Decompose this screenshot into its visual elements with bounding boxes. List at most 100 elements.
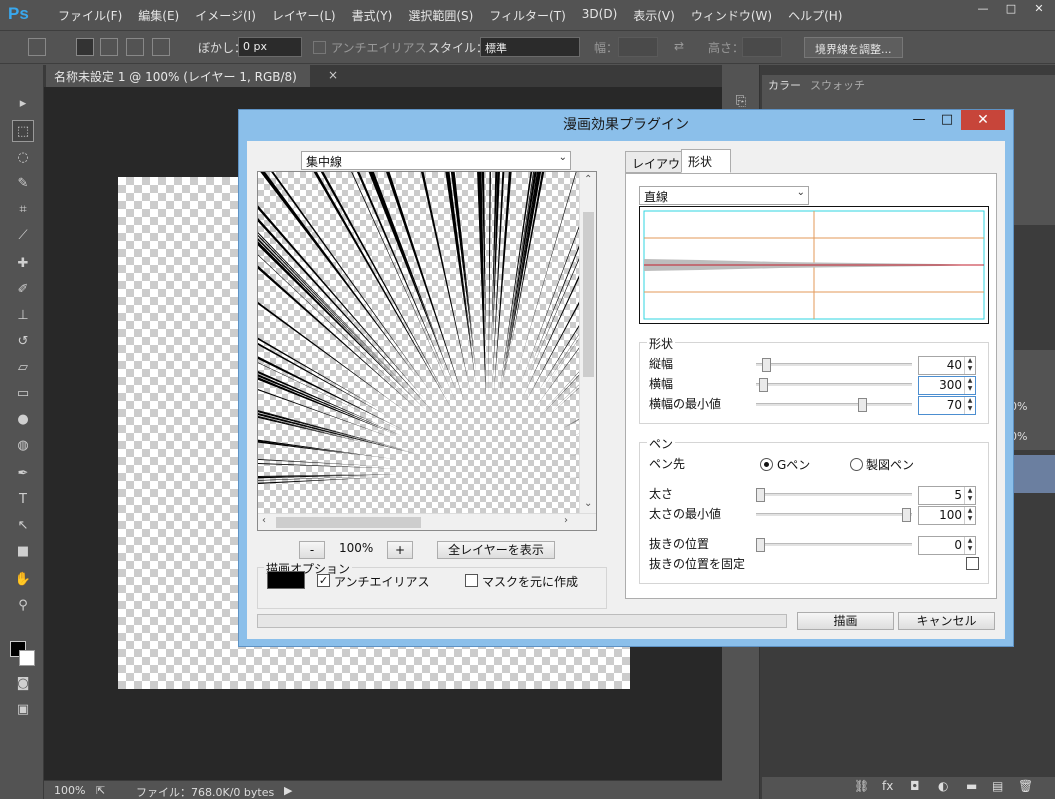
mask-icon[interactable]: ◘ (910, 779, 920, 793)
cancel-button[interactable]: キャンセル (898, 612, 995, 630)
screen-mode-icon[interactable]: ▣ (12, 699, 34, 721)
thickness-spin[interactable]: 5 ▲ ▼ (918, 486, 976, 505)
min-thickness-slider-thumb[interactable] (902, 508, 911, 522)
path-select-tool-icon[interactable]: ↖ (12, 515, 34, 537)
spin-arrows-icon[interactable]: ▲ ▼ (964, 507, 975, 524)
g-pen-radio[interactable] (760, 458, 773, 471)
swap-icon[interactable]: ⇄ (674, 39, 684, 53)
effect-select[interactable]: 集中線 ⌄ (301, 151, 571, 170)
zoom-in-button[interactable]: + (387, 541, 413, 559)
drafting-pen-radio[interactable] (850, 458, 863, 471)
spin-arrows-icon[interactable]: ▲ ▼ (964, 537, 975, 554)
link-icon[interactable]: ⛓ (854, 779, 869, 793)
vertical-scroll-thumb[interactable] (583, 212, 594, 377)
close-tab-icon[interactable]: × (328, 68, 338, 82)
style-select[interactable]: 標準 (480, 37, 580, 57)
shape-select[interactable]: 直線 ⌄ (639, 186, 809, 205)
share-icon[interactable]: ⇱ (96, 784, 105, 797)
eraser-tool-icon[interactable]: ▱ (12, 357, 34, 379)
menu-filter[interactable]: フィルター(T) (481, 7, 573, 24)
spin-arrows-icon[interactable]: ▲ ▼ (964, 377, 975, 394)
add-selection-icon[interactable] (100, 38, 118, 56)
draw-button[interactable]: 描画 (797, 612, 894, 630)
spin-arrows-icon[interactable]: ▲ ▼ (964, 357, 975, 374)
marquee-tool-icon[interactable]: ⬚ (12, 120, 34, 142)
antialias-checkbox[interactable]: ✓ (317, 574, 330, 587)
background-color-swatch[interactable] (19, 650, 35, 666)
vertical-scrollbar[interactable]: ⌃ ⌄ (579, 172, 596, 514)
preview-pane[interactable]: ⌃ ⌄ ‹ › (257, 171, 597, 531)
height-slider[interactable] (756, 358, 912, 372)
history-brush-tool-icon[interactable]: ↺ (12, 331, 34, 353)
refine-edge-button[interactable]: 境界線を調整... (804, 37, 903, 58)
zoom-tool-icon[interactable]: ⚲ (12, 595, 34, 617)
close-button[interactable]: ✕ (1027, 2, 1051, 18)
menu-help[interactable]: ヘルプ(H) (780, 7, 850, 24)
blur-tool-icon[interactable]: ● (12, 409, 34, 431)
marquee-tool-icon[interactable] (28, 38, 46, 56)
subtract-selection-icon[interactable] (126, 38, 144, 56)
move-tool-icon[interactable]: ▸ (12, 93, 34, 115)
scroll-left-icon[interactable]: ‹ (262, 515, 266, 526)
min-thickness-spin[interactable]: 100 ▲ ▼ (918, 506, 976, 525)
menu-type[interactable]: 書式(Y) (344, 7, 401, 24)
min-width-slider[interactable] (756, 398, 912, 412)
width-input[interactable] (618, 37, 658, 57)
status-menu-arrow-icon[interactable]: ▶ (284, 784, 292, 797)
quick-select-tool-icon[interactable]: ✎ (12, 173, 34, 195)
spin-arrows-icon[interactable]: ▲ ▼ (964, 397, 975, 414)
hand-tool-icon[interactable]: ✋ (12, 569, 34, 591)
feather-input[interactable]: 0 px (238, 37, 302, 57)
pen-tool-icon[interactable]: ✒ (12, 463, 34, 485)
scroll-up-icon[interactable]: ⌃ (584, 174, 592, 185)
dialog-minimize-button[interactable]: — (905, 110, 933, 130)
min-width-spin[interactable]: 70 ▲ ▼ (918, 396, 976, 415)
menu-select[interactable]: 選択範囲(S) (400, 7, 481, 24)
min-width-slider-thumb[interactable] (858, 398, 867, 412)
quick-mask-icon[interactable]: ◙ (12, 673, 34, 695)
spin-arrows-icon[interactable]: ▲ ▼ (964, 487, 975, 504)
dialog-close-button[interactable]: ✕ (961, 110, 1005, 130)
eyedropper-tool-icon[interactable]: ⟋ (12, 225, 34, 247)
adjustment-icon[interactable]: ◐ (938, 779, 948, 793)
scroll-down-icon[interactable]: ⌄ (584, 498, 592, 509)
dodge-tool-icon[interactable]: ◍ (12, 435, 34, 457)
swatch-tab[interactable]: スウォッチ (810, 77, 865, 93)
minimize-button[interactable]: — (971, 2, 995, 18)
menu-window[interactable]: ウィンドウ(W) (683, 7, 780, 24)
shape-tool-icon[interactable]: ■ (12, 541, 34, 563)
trash-icon[interactable]: 🗑 (1018, 779, 1033, 793)
menu-view[interactable]: 表示(V) (625, 7, 683, 24)
zoom-readout[interactable]: 100% (54, 784, 85, 797)
intersect-selection-icon[interactable] (152, 38, 170, 56)
stamp-tool-icon[interactable]: ⊥ (12, 305, 34, 327)
taper-position-spin[interactable]: 0 ▲ ▼ (918, 536, 976, 555)
gradient-tool-icon[interactable]: ▭ (12, 383, 34, 405)
lasso-tool-icon[interactable]: ◌ (12, 147, 34, 169)
thickness-slider-thumb[interactable] (756, 488, 765, 502)
maximize-button[interactable]: □ (999, 2, 1023, 18)
menu-file[interactable]: ファイル(F) (50, 7, 130, 24)
preview-canvas[interactable] (258, 172, 596, 517)
zoom-out-button[interactable]: - (299, 541, 325, 559)
menu-3d[interactable]: 3D(D) (574, 7, 625, 24)
height-spin[interactable]: 40 ▲ ▼ (918, 356, 976, 375)
menu-edit[interactable]: 編集(E) (130, 7, 187, 24)
thickness-slider[interactable] (756, 488, 912, 502)
document-tab[interactable]: 名称未設定 1 @ 100% (レイヤー 1, RGB/8) × (46, 65, 338, 87)
width-slider[interactable] (756, 378, 912, 392)
tab-shape[interactable]: 形状 (681, 149, 731, 173)
type-tool-icon[interactable]: T (12, 489, 34, 511)
antialias-checkbox[interactable] (313, 41, 326, 54)
folder-icon[interactable]: ▬ (966, 779, 977, 793)
new-layer-icon[interactable]: ▤ (992, 779, 1003, 793)
menu-image[interactable]: イメージ(I) (187, 7, 264, 24)
scroll-right-icon[interactable]: › (564, 515, 568, 526)
min-thickness-slider[interactable] (756, 508, 912, 522)
taper-position-slider[interactable] (756, 538, 912, 552)
crop-tool-icon[interactable]: ⌗ (12, 199, 34, 221)
mask-checkbox[interactable] (465, 574, 478, 587)
dialog-maximize-button[interactable]: □ (933, 110, 961, 130)
fix-taper-checkbox[interactable] (966, 557, 979, 570)
menu-layer[interactable]: レイヤー(L) (264, 7, 344, 24)
